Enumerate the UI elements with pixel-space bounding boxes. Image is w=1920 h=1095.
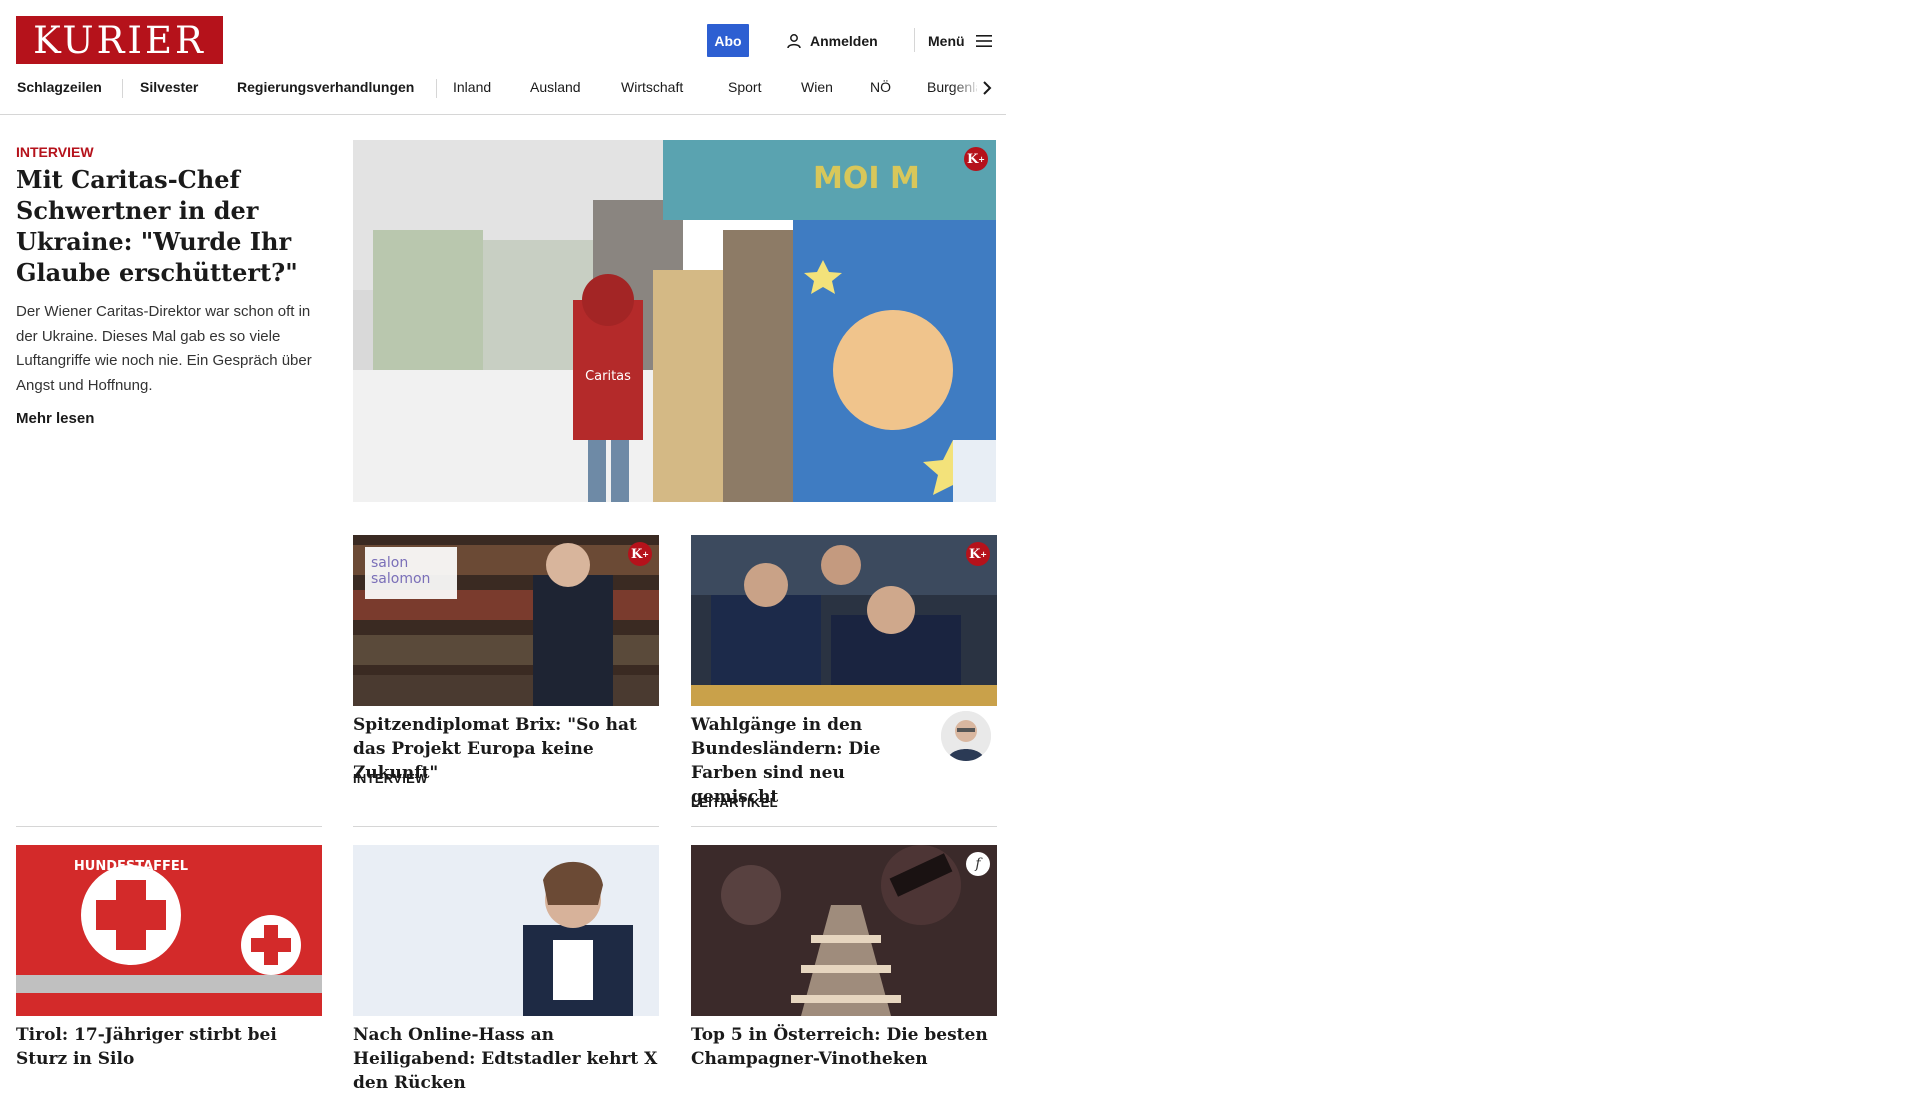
header-divider	[914, 28, 915, 52]
login-button[interactable]: Anmelden	[786, 24, 878, 57]
card-title[interactable]: Tirol: 17-Jähriger stirbt bei Sturz in S…	[16, 1023, 322, 1071]
nav-item-sport[interactable]: Sport	[728, 79, 761, 95]
nav-item-noe[interactable]: NÖ	[870, 79, 891, 95]
hundestaffel-print: HUNDESTAFFEL	[74, 859, 188, 874]
nav-item-silvester[interactable]: Silvester	[140, 79, 198, 95]
mural-text: MOI M	[813, 161, 920, 196]
site-header: KURIER Abo Anmelden Menü Schlagzeilen Si…	[0, 0, 1006, 115]
nav-item-wirtschaft[interactable]: Wirtschaft	[621, 79, 683, 95]
card-title[interactable]: Nach Online-Hass an Heiligabend: Edtstad…	[353, 1023, 659, 1095]
nav-item-wien[interactable]: Wien	[801, 79, 833, 95]
lead-headline[interactable]: Mit Caritas-Chef Schwertner in der Ukrai…	[16, 164, 316, 288]
kplus-badge: K +	[966, 542, 990, 566]
nav-item-inland[interactable]: Inland	[453, 79, 491, 95]
section-nav: Schlagzeilen Silvester Regierungsverhand…	[17, 77, 977, 101]
hamburger-icon	[975, 34, 992, 47]
menu-label: Menü	[928, 32, 965, 49]
card-tag: LEITARTIKEL	[691, 795, 778, 810]
lead-kicker: INTERVIEW	[16, 144, 94, 160]
row-divider	[353, 826, 659, 827]
row-divider	[16, 826, 322, 827]
nav-divider	[436, 79, 437, 98]
chevron-right-icon[interactable]	[978, 76, 996, 100]
salon-logo-line1: salon	[371, 555, 408, 571]
card-title[interactable]: Top 5 in Österreich: Die besten Champagn…	[691, 1023, 997, 1071]
read-more-link[interactable]: Mehr lesen	[16, 410, 94, 427]
nav-divider	[122, 79, 123, 98]
kurier-logo[interactable]: KURIER	[16, 16, 223, 64]
menu-button[interactable]: Menü	[928, 24, 993, 57]
kplus-badge: K +	[964, 147, 988, 171]
lead-teaser: Der Wiener Caritas-Direktor war schon of…	[16, 303, 312, 394]
abo-button[interactable]: Abo	[707, 24, 749, 57]
card-image-wahlgaenge[interactable]: K +	[691, 535, 997, 706]
card-image-tirol[interactable]: HUNDESTAFFEL	[16, 845, 322, 1016]
card-image-champagner[interactable]: f	[691, 845, 997, 1016]
freizeit-badge: f	[966, 852, 990, 876]
row-divider	[691, 826, 997, 827]
card-image-brix[interactable]: salon salomon K +	[353, 535, 659, 706]
kplus-badge: K +	[628, 542, 652, 566]
user-icon	[787, 33, 801, 48]
caritas-print: Caritas	[585, 369, 631, 384]
lead-image[interactable]: Caritas MOI M K +	[353, 140, 996, 502]
login-label: Anmelden	[810, 32, 878, 49]
card-tag: INTERVIEW	[353, 771, 428, 786]
nav-item-regierungsverhandlungen[interactable]: Regierungsverhandlungen	[237, 79, 414, 95]
nav-item-ausland[interactable]: Ausland	[530, 79, 581, 95]
salon-logo-line2: salomon	[371, 571, 430, 587]
nav-item-schlagzeilen[interactable]: Schlagzeilen	[17, 79, 102, 95]
author-avatar	[941, 711, 991, 761]
card-image-edtstadler[interactable]	[353, 845, 659, 1016]
